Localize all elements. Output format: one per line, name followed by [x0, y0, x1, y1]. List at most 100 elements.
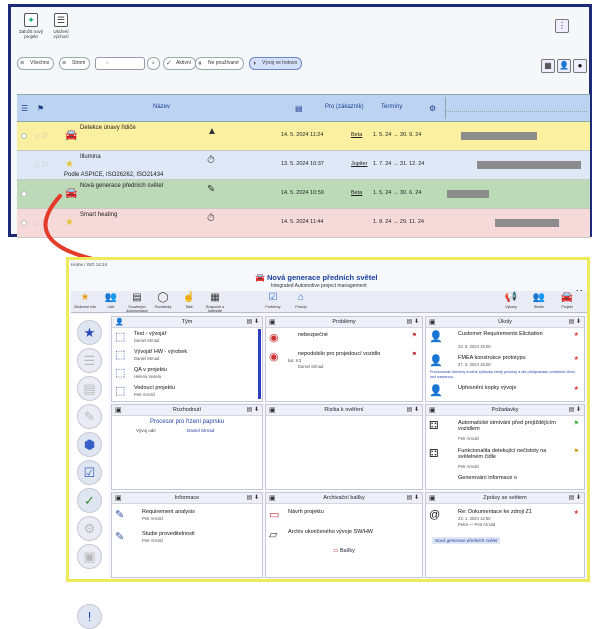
nav-list-icon[interactable]: ☰	[77, 348, 102, 373]
nav-alert-icon[interactable]: !	[77, 604, 102, 629]
decision-title[interactable]: Procesor pro řízení paprsku	[112, 419, 262, 425]
row-date: 13. 5. 2024 10:37	[281, 161, 324, 167]
favorite-star-icon[interactable]: ☆⚐	[33, 160, 49, 171]
row-customer[interactable]: Beta	[351, 132, 362, 138]
list-item[interactable]: ▭ Návrh projektu	[266, 507, 422, 525]
panel-actions-icon[interactable]: ▤ ⬇	[247, 406, 259, 413]
toolbar-tasks[interactable]: ☝ Také	[177, 292, 201, 309]
scrollbar[interactable]	[258, 329, 261, 399]
save-default-button[interactable]: ☰ Uložení výchozí	[47, 13, 75, 47]
favorite-star-icon[interactable]: ☆⚐	[33, 189, 49, 200]
menu-icon[interactable]: ⋮	[555, 19, 569, 33]
row-name[interactable]: Nová generace předních světel	[80, 183, 163, 190]
search-input[interactable]: ⌕	[95, 57, 145, 70]
nav-check-icon[interactable]: ☑	[77, 460, 102, 485]
panel-actions-icon[interactable]: ▤ ⬇	[407, 318, 419, 325]
project-title: Nová generace předních světel	[267, 273, 378, 282]
table-row[interactable]: ☆⚐ 🚘 Nová generace předních světel ✎ 14.…	[17, 180, 590, 209]
nav-doc-icon[interactable]: ▤	[77, 376, 102, 401]
megaphone-icon: 📢	[504, 292, 518, 303]
star-logo-icon: ★	[65, 217, 74, 228]
project-list-window: ✦ Založit nový projekt ☰ Uložení výchozí…	[8, 4, 592, 238]
panel-actions-icon[interactable]: ▤ ⬇	[247, 494, 259, 501]
list-item[interactable]: ✎ Requirement analysis Petr Arnold	[112, 507, 262, 525]
row-checkbox[interactable]	[21, 133, 27, 139]
nav-star-icon[interactable]: ★	[77, 320, 102, 345]
table-row[interactable]: ☆⚐ ★ Smart heating ⏱ 14. 5. 2024 11:44 1…	[17, 209, 590, 238]
timeline-bar[interactable]	[495, 219, 559, 227]
list-item[interactable]: ⚃ Automatické stmívání před projíždějícím…	[426, 418, 584, 444]
row-customer[interactable]: Jupiter	[351, 161, 368, 167]
list-item[interactable]: 👤 Customer Requirements Elicitation 23. 5.…	[426, 329, 584, 349]
toolbar-budget[interactable]: ▦ Rozpočet a kalendář	[203, 292, 227, 313]
list-item[interactable]: ⬚ Vývojář HW - výrobek Daniel Strnad	[112, 347, 262, 365]
stopwatch-icon: ⏱	[207, 155, 215, 166]
calendar-icon[interactable]: ▤	[295, 104, 303, 113]
toolbar-outputs[interactable]: 📢 Výkony	[499, 292, 523, 309]
list-item[interactable]: ▱ Archiv ukončeného vývoje SW/HW	[266, 527, 422, 545]
nav-hexagon-icon[interactable]: ⬢	[77, 432, 102, 457]
list-item[interactable]: ⬚ QA v projektu Helena Vesela	[112, 365, 262, 383]
row-customer[interactable]: Beta	[351, 190, 362, 196]
timeline-bar[interactable]	[477, 161, 581, 169]
settings-icon[interactable]: ⚙	[429, 104, 436, 113]
favorite-star-icon[interactable]: ☆⚐	[33, 131, 49, 142]
header-list-icon[interactable]: ☰	[21, 104, 28, 113]
table-row[interactable]: ☆⚐ 🚘 Detekce únavy řidiče ▲ 14. 5. 2024 …	[17, 122, 590, 151]
panel-actions-icon[interactable]: ▤ ⬇	[569, 406, 581, 413]
column-name[interactable]: Název	[153, 104, 170, 110]
nav-edit-icon[interactable]: ✎	[77, 404, 102, 429]
list-item[interactable]: ◉ nepodobilo pro projedoucí vozidlo kat. K…	[266, 349, 422, 375]
nav-gear-icon[interactable]: ⚙	[77, 516, 102, 541]
list-item[interactable]: ⬚ Vedoucí projektu Petr Arnold	[112, 383, 262, 401]
timeline-bar[interactable]	[447, 190, 489, 198]
person-icon: ⬚	[115, 385, 126, 397]
nav-archive-icon[interactable]: ▣	[77, 544, 102, 569]
toolbar-documents[interactable]: ▤ Související dokumentace	[125, 292, 149, 313]
filter-all-button[interactable]: ≡ Všechno	[17, 57, 55, 70]
new-project-button[interactable]: ✦ Založit nový projekt	[17, 13, 45, 47]
panel-actions-icon[interactable]: ▤ ⬇	[407, 406, 419, 413]
panel-actions-icon[interactable]: ▤ ⬇	[569, 494, 581, 501]
table-row[interactable]: ☆⚐ ★ Illumina Podle ASPICE, ISO26262, IS…	[17, 151, 590, 180]
panel-actions-icon[interactable]: ▤ ⬇	[247, 318, 259, 325]
column-customer[interactable]: Pro (zákazník)	[325, 104, 364, 110]
filter-active-button[interactable]: ✓ Aktivní	[163, 57, 197, 70]
toolbar-notes[interactable]: ◯ Poznámky	[151, 292, 175, 309]
row-checkbox[interactable]	[21, 220, 27, 226]
panel-actions-icon[interactable]: ▤ ⬇	[569, 318, 581, 325]
toolbar-problems[interactable]: ☑ Problémy	[261, 292, 285, 309]
star-red-icon: ★	[573, 386, 579, 392]
document-icon: ▤	[132, 292, 142, 303]
favorite-star-icon[interactable]: ☆⚐	[33, 218, 49, 229]
row-name[interactable]: Smart heating	[80, 212, 117, 219]
filter-in-progress-button[interactable]: ◑ Vývoj ve hotovo	[249, 57, 303, 70]
message-item[interactable]: @ Re: Dokumentace ke zdroji Z1 23. 1. 20…	[426, 507, 584, 533]
row-name[interactable]: Illumina	[80, 154, 101, 161]
nav-tools-icon[interactable]: ✓	[77, 488, 102, 513]
filter-tree-button[interactable]: ≡ Strom	[59, 57, 91, 70]
list-item[interactable]: ◉ nebezpečné ⚑	[266, 330, 422, 348]
list-item[interactable]: 👤 Upřesnění kopky vývoje ★	[426, 383, 584, 401]
list-item[interactable]: Generování informace o	[426, 473, 584, 491]
toolbar-summary[interactable]: ★ Zkrácené info	[73, 292, 97, 309]
header-flag-icon[interactable]: ⚑	[37, 104, 44, 113]
search-button[interactable]: ⌕	[147, 57, 160, 70]
timeline-bar[interactable]	[461, 132, 537, 140]
pause-icon: ⏸	[198, 60, 202, 67]
list-item[interactable]: ⚃ Funkcionalita detekující nečistoty na s…	[426, 446, 584, 472]
toolbar-people[interactable]: 👥 Lidé	[99, 292, 123, 309]
star-red-icon: ★	[573, 510, 579, 516]
list-item[interactable]: ⬚ Test - vývojář Daniel Strnad	[112, 329, 262, 347]
toolbar-studies[interactable]: 👥 Studie	[527, 292, 551, 309]
message-link[interactable]: Nová generace předních světel	[432, 537, 501, 544]
toolbar-progress[interactable]: ⌂ Postup	[289, 292, 313, 309]
row-name[interactable]: Detekce únavy řidiče	[80, 125, 136, 132]
list-item[interactable]: ✎ Studie proveditelnosti Petr Arnold	[112, 529, 262, 547]
packages-label[interactable]: ▭ Balíky	[266, 548, 422, 554]
toolbar-project[interactable]: 🚘 Projekt	[555, 292, 579, 309]
filter-unused-button[interactable]: ⏸ Ne používané	[195, 57, 244, 70]
panel-actions-icon[interactable]: ▤ ⬇	[407, 494, 419, 501]
column-terms[interactable]: Termíny	[381, 104, 402, 110]
row-checkbox[interactable]	[21, 191, 27, 197]
